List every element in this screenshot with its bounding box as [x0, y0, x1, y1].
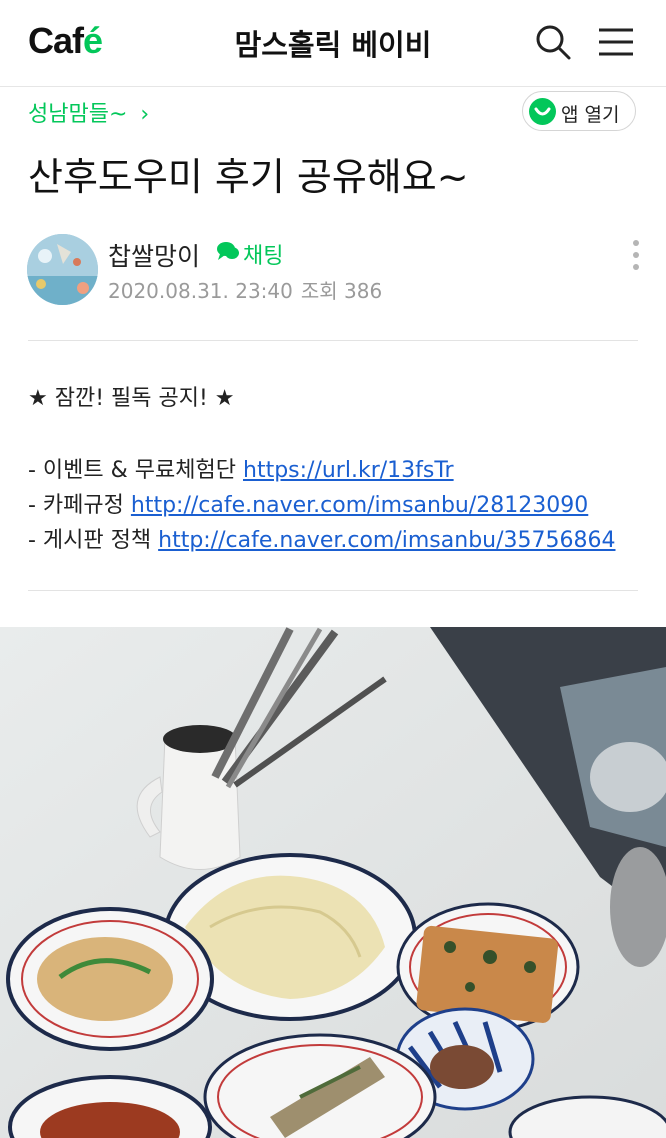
hamburger-menu-icon[interactable] [597, 22, 637, 62]
notice-heading: ★ 잠깐! 필독 공지! ★ [28, 386, 235, 411]
chevron-right-icon: › [140, 102, 150, 127]
chat-label: 채팅 [243, 244, 284, 269]
notice-item: - 게시판 정책 http://cafe.naver.com/imsanbu/3… [28, 522, 616, 554]
naver-cafe-app-icon [529, 98, 556, 125]
author-name[interactable]: 찹쌀망이 [108, 237, 200, 273]
notice-item: - 이벤트 & 무료체험단 https://url.kr/13fsTr [28, 452, 454, 484]
board-policy-link[interactable]: http://cafe.naver.com/imsanbu/35756864 [158, 528, 615, 553]
more-options-icon[interactable] [624, 238, 648, 272]
notice-item: - 카페규정 http://cafe.naver.com/imsanbu/281… [28, 487, 588, 519]
open-app-button[interactable]: 앱 열기 [522, 91, 636, 131]
notice-item-label: - 게시판 정책 [28, 528, 159, 553]
notice-item-label: - 카페규정 [28, 493, 131, 518]
board-link[interactable]: 성남맘들~ › [28, 96, 149, 128]
cafe-rules-link[interactable]: http://cafe.naver.com/imsanbu/28123090 [131, 493, 588, 518]
view-count: 조회 386 [300, 279, 383, 303]
post-photo[interactable] [0, 627, 666, 1138]
chat-bubble-icon [217, 242, 239, 260]
divider [28, 340, 638, 341]
avatar[interactable] [27, 234, 98, 305]
divider [28, 590, 638, 591]
app-header: Café 맘스홀릭 베이비 [0, 0, 666, 87]
event-link[interactable]: https://url.kr/13fsTr [243, 458, 454, 483]
post-meta: 2020.08.31. 23:40 조회 386 [108, 275, 382, 304]
notice-item-label: - 이벤트 & 무료체험단 [28, 458, 243, 483]
board-name: 성남맘들~ [28, 102, 128, 127]
post-date: 2020.08.31. 23:40 [108, 279, 293, 303]
open-app-label: 앱 열기 [561, 104, 620, 126]
post-title: 산후도우미 후기 공유해요~ [28, 155, 469, 199]
search-icon[interactable] [533, 22, 573, 62]
